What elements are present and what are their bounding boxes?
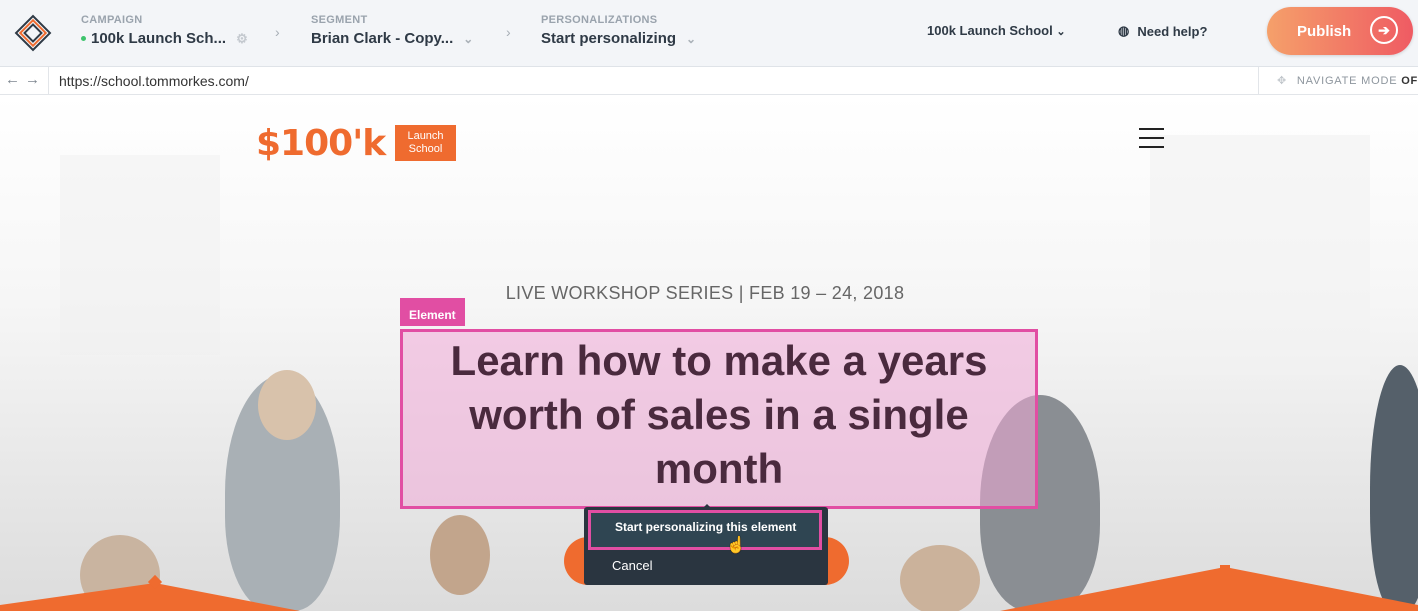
navigate-mode-toggle[interactable]: ✥ NAVIGATE MODE OFF [1277, 74, 1418, 87]
globe-help-icon: ◍ [1118, 23, 1130, 38]
campaign-label: CAMPAIGN [81, 14, 143, 26]
chevron-right-icon: › [275, 24, 280, 40]
logo-tag-line2: School [408, 143, 443, 155]
campaign-value: 100k Launch Sch... [91, 30, 227, 47]
personalizations-selector[interactable]: PERSONALIZATIONS Start personalizing ⌄ [541, 14, 696, 47]
account-selector[interactable]: 100k Launch School ⌄ [927, 23, 1066, 38]
chevron-right-icon: › [506, 24, 511, 40]
background-window [60, 155, 220, 355]
site-logo-tag: Launch School [395, 125, 456, 161]
navigate-mode-icon: ✥ [1277, 75, 1288, 87]
person-photo [258, 370, 316, 440]
status-dot-icon [81, 36, 86, 41]
segment-label: SEGMENT [311, 14, 368, 26]
pointer-cursor-icon: ☝ [726, 537, 746, 554]
hamburger-menu-icon[interactable] [1139, 128, 1164, 155]
help-label: Need help? [1137, 23, 1208, 39]
gear-icon[interactable]: ⚙ [236, 31, 248, 47]
publish-button[interactable]: Publish ➔ [1267, 7, 1413, 55]
arrow-right-circle-icon: ➔ [1370, 16, 1398, 44]
publish-label: Publish [1297, 22, 1352, 40]
account-name: 100k Launch School [927, 23, 1053, 38]
element-popup-menu: Start personalizing this element Cancel [584, 507, 828, 585]
help-link[interactable]: ◍ Need help? [1118, 23, 1207, 39]
start-personalizing-button[interactable]: Start personalizing this element [588, 510, 822, 550]
background-window [1150, 135, 1370, 375]
navigate-mode-state: OFF [1401, 75, 1418, 87]
cancel-button[interactable]: Cancel [612, 558, 652, 573]
selected-headline-element[interactable]: Learn how to make a years worth of sales… [400, 329, 1038, 509]
address-bar: ← → https://school.tommorkes.com/ ✥ NAVI… [0, 67, 1418, 95]
divider [1258, 67, 1259, 94]
personalizations-label: PERSONALIZATIONS [541, 14, 658, 26]
segment-value: Brian Clark - Copy... [311, 30, 454, 47]
chevron-down-icon: ⌄ [1056, 26, 1066, 38]
segment-selector[interactable]: SEGMENT Brian Clark - Copy... ⌄ [311, 14, 473, 47]
personalizations-value: Start personalizing [541, 30, 677, 47]
headline-text: Learn how to make a years worth of sales… [450, 337, 988, 492]
element-tag: Element [400, 298, 465, 326]
chevron-down-icon[interactable]: ⌄ [686, 32, 696, 46]
workshop-subheading: LIVE WORKSHOP SERIES | FEB 19 – 24, 2018 [505, 283, 905, 303]
navigate-mode-label: NAVIGATE MODE [1296, 75, 1398, 87]
forward-arrow-icon[interactable]: → [25, 71, 40, 88]
logo-tag-line1: Launch [407, 130, 444, 142]
url-input[interactable]: https://school.tommorkes.com/ [59, 73, 249, 89]
site-logo[interactable]: $100'k [256, 123, 386, 164]
back-arrow-icon[interactable]: ← [5, 71, 20, 88]
campaign-selector[interactable]: CAMPAIGN 100k Launch Sch... ⚙ [81, 14, 248, 47]
top-bar: CAMPAIGN 100k Launch Sch... ⚙ › SEGMENT … [0, 0, 1418, 67]
app-logo-icon[interactable] [13, 13, 53, 53]
divider [48, 67, 49, 94]
chevron-down-icon[interactable]: ⌄ [463, 32, 473, 46]
